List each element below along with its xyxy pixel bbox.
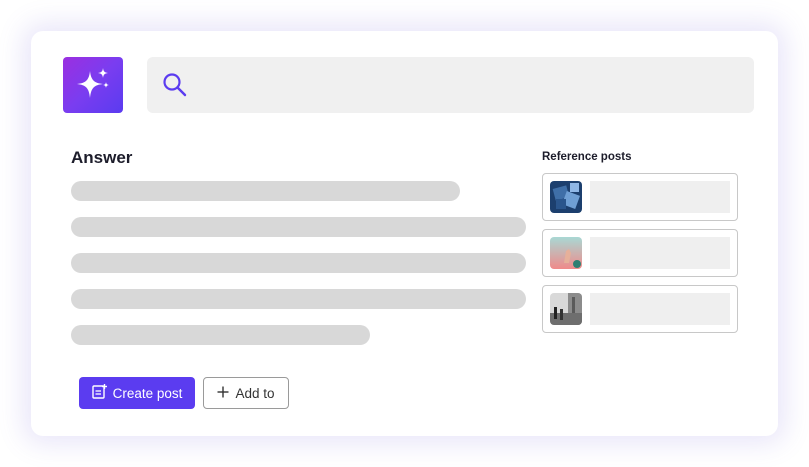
answer-skeleton-line [71,217,526,237]
note-plus-icon [91,384,107,402]
reference-post-placeholder [590,237,730,269]
ai-answer-card: Answer Reference posts Create post Add t… [31,31,778,436]
search-icon [162,72,188,103]
create-post-label: Create post [112,385,183,401]
reference-posts-heading: Reference posts [542,151,632,163]
answer-skeleton-line [71,289,526,309]
reference-post-item[interactable] [542,173,738,221]
reference-post-item[interactable] [542,285,738,333]
answer-skeleton-line [71,253,526,273]
add-to-label: Add to [235,385,275,401]
answer-skeleton-line [71,181,460,201]
grayscale-street-thumbnail [550,293,582,325]
answer-heading: Answer [71,148,133,167]
answer-skeleton-line [71,325,370,345]
add-to-button[interactable]: Add to [203,377,289,409]
sparkles-logo-icon [63,57,123,113]
pink-hand-thumbnail [550,237,582,269]
search-input[interactable] [147,57,754,113]
reference-post-placeholder [590,181,730,213]
plus-icon [217,386,229,401]
blue-abstract-thumbnail [550,181,582,213]
create-post-button[interactable]: Create post [79,377,195,409]
reference-post-placeholder [590,293,730,325]
reference-post-item[interactable] [542,229,738,277]
